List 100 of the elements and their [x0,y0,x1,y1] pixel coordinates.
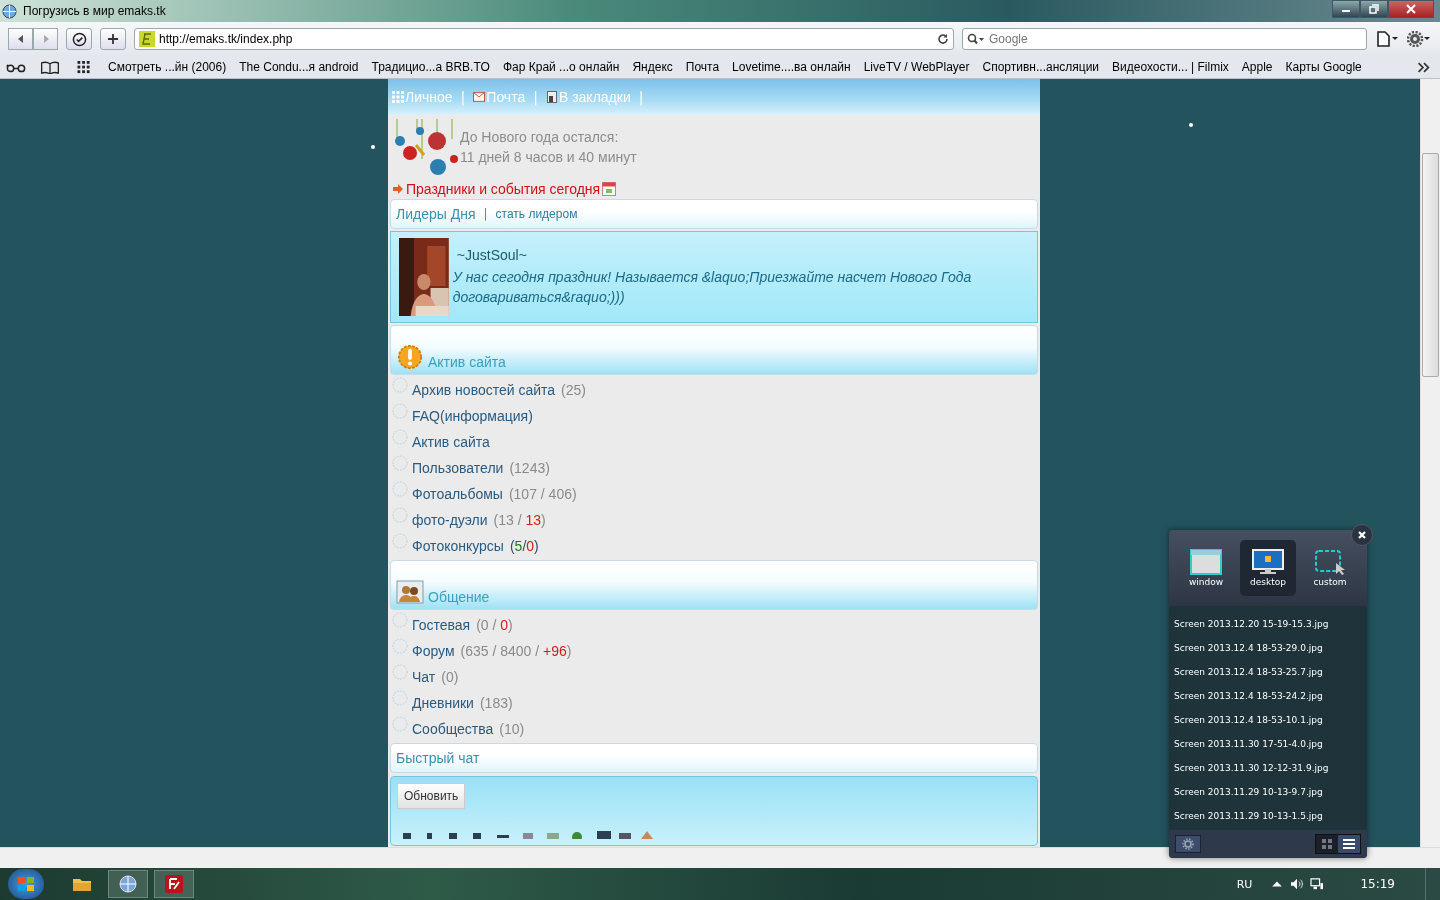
nav-separator: | [533,89,538,105]
item-count: (1243) [509,460,550,476]
menu-link[interactable]: Пользователи [412,460,504,476]
minimize-button[interactable] [1332,0,1360,18]
user-name[interactable]: ~JustSoul~ [452,247,1029,263]
arrow-icon [392,183,404,195]
file-name[interactable]: Screen 2013.12.20 15-19-15.3.jpg [1169,612,1367,636]
window-icon [1190,549,1222,575]
file-name[interactable]: Screen 2013.12.4 18-53-29.0.jpg [1169,636,1367,660]
capture-mode-button[interactable]: desktop [1240,540,1296,596]
start-button[interactable] [8,869,44,899]
snow-dot [1189,123,1193,127]
close-button[interactable] [1388,0,1434,18]
menu-link[interactable]: Фотоконкурсы [412,538,504,554]
snowflake-icon [392,638,408,654]
grid-icon [392,91,404,103]
menu-link[interactable]: фото-дуэли [412,512,488,528]
file-name[interactable]: Screen 2013.11.30 17-51-4.0.jpg [1169,732,1367,756]
menu-link[interactable]: Гостевая [412,617,471,633]
window-title: Погрузись в мир emaks.tk [23,4,166,18]
check-button[interactable] [66,28,92,50]
settings-icon [1182,838,1194,850]
nav-separator: | [638,89,644,105]
add-button[interactable] [100,28,126,50]
horizontal-scrollbar[interactable] [0,847,1440,868]
file-name[interactable]: Screen 2013.12.4 18-53-24.2.jpg [1169,684,1367,708]
capture-mode-button[interactable]: custom [1302,540,1358,596]
menu-link[interactable]: Актив сайта [412,434,490,450]
monitor-icon [1252,549,1284,575]
snowflake-icon [392,429,408,445]
bookmark-link[interactable]: Фар Край ...о онлайн [502,60,620,74]
bookmark-link[interactable]: Почта [685,60,720,74]
snow-dot [371,145,375,149]
holidays-link[interactable]: Праздники и события сегодня [406,181,601,197]
item-count: (10) [499,721,525,737]
bookmark-link[interactable]: Яндекс [632,60,673,74]
menu-link[interactable]: Форум [412,643,455,659]
capture-mode-button[interactable]: window [1178,540,1234,596]
reload-icon[interactable] [937,33,949,45]
nav-separator: | [460,89,466,105]
close-button[interactable] [1351,524,1373,546]
bookmark-link[interactable]: Спортивн...ансляции [982,60,1100,74]
title-separator: | [483,207,488,221]
menu-link[interactable]: Сообщества [412,721,494,737]
taskbar-button[interactable] [154,870,194,898]
menu-link[interactable]: Дневники [412,695,474,711]
network-icon[interactable] [1310,878,1325,890]
restore-button[interactable] [1360,0,1388,18]
clock[interactable]: 15:19 [1360,877,1395,891]
folder-icon [72,876,92,892]
menu-link[interactable]: FAQ(информация) [412,408,533,424]
view-button[interactable] [1338,835,1360,853]
search-field[interactable]: Google [962,28,1367,50]
scrollbar[interactable] [1420,79,1440,847]
countdown-label: До Нового года остался: [460,128,620,147]
refresh-button[interactable]: Обновить [397,783,466,809]
taskbar-button[interactable] [108,870,148,898]
view-button[interactable] [1316,835,1338,853]
item-count: (5/0) [509,538,539,554]
snowflake-icon [392,455,408,471]
section-title: Быстрый чат [396,750,480,766]
settings-button[interactable] [1175,835,1201,853]
item-count: (0 / 0) [476,617,513,633]
snowflake-icon [392,664,408,680]
bookmark-link[interactable]: Смотреть ...йн (2006) [108,60,227,74]
snowflake-icon [392,377,408,393]
list-icon [1343,839,1355,849]
item-count: (107 / 406) [508,486,577,502]
bookmark-link[interactable]: The Condu...я android [239,60,359,74]
become-leader-link[interactable]: стать лидером [495,207,578,221]
file-name[interactable]: Screen 2013.12.4 18-53-25.7.jpg [1169,660,1367,684]
language-indicator[interactable]: RU [1236,877,1253,891]
back-button[interactable] [8,28,33,50]
bookmark-link[interactable]: LiveTV / WebPlayer [863,60,970,74]
page-menu-icon[interactable] [1375,31,1399,47]
file-name[interactable]: Screen 2013.11.30 12-12-31.9.jpg [1169,756,1367,780]
bookmark-link[interactable]: Традицио...а BRB.TO [371,60,490,74]
book-icon[interactable] [40,60,60,74]
bookmark-link[interactable]: Карты Google [1285,60,1362,74]
people-icon [396,579,424,605]
check-icon [71,31,87,47]
menu-link[interactable]: Архив новостей сайта [412,382,556,398]
globe-icon [119,875,137,893]
file-name[interactable]: Screen 2013.11.29 10-13-1.5.jpg [1169,804,1367,828]
snowflake-icon [392,533,408,549]
volume-icon[interactable] [1290,878,1305,890]
item-count: (635 / 8400 / +96) [460,643,572,659]
bookmark-link[interactable]: Видеохости... | Filmix [1112,60,1229,74]
file-name[interactable]: Screen 2013.12.4 18-53-10.1.jpg [1169,708,1367,732]
grid-icon [1322,839,1332,849]
menu-link[interactable]: Фотоальбомы [412,486,503,502]
selection-icon [1314,549,1346,575]
bookmark-link[interactable]: Apple [1241,60,1273,74]
file-name[interactable]: Screen 2013.11.29 10-13-9.7.jpg [1169,780,1367,804]
menu-link[interactable]: Чат [412,669,436,685]
bookmark-link[interactable]: Lovetime....ва онлайн [732,60,851,74]
settings-icon[interactable] [1407,31,1431,47]
address-field[interactable]: http://emaks.tk/index.php [134,28,954,50]
section-title: Актив сайта [428,354,506,370]
restore-icon [1369,4,1379,14]
